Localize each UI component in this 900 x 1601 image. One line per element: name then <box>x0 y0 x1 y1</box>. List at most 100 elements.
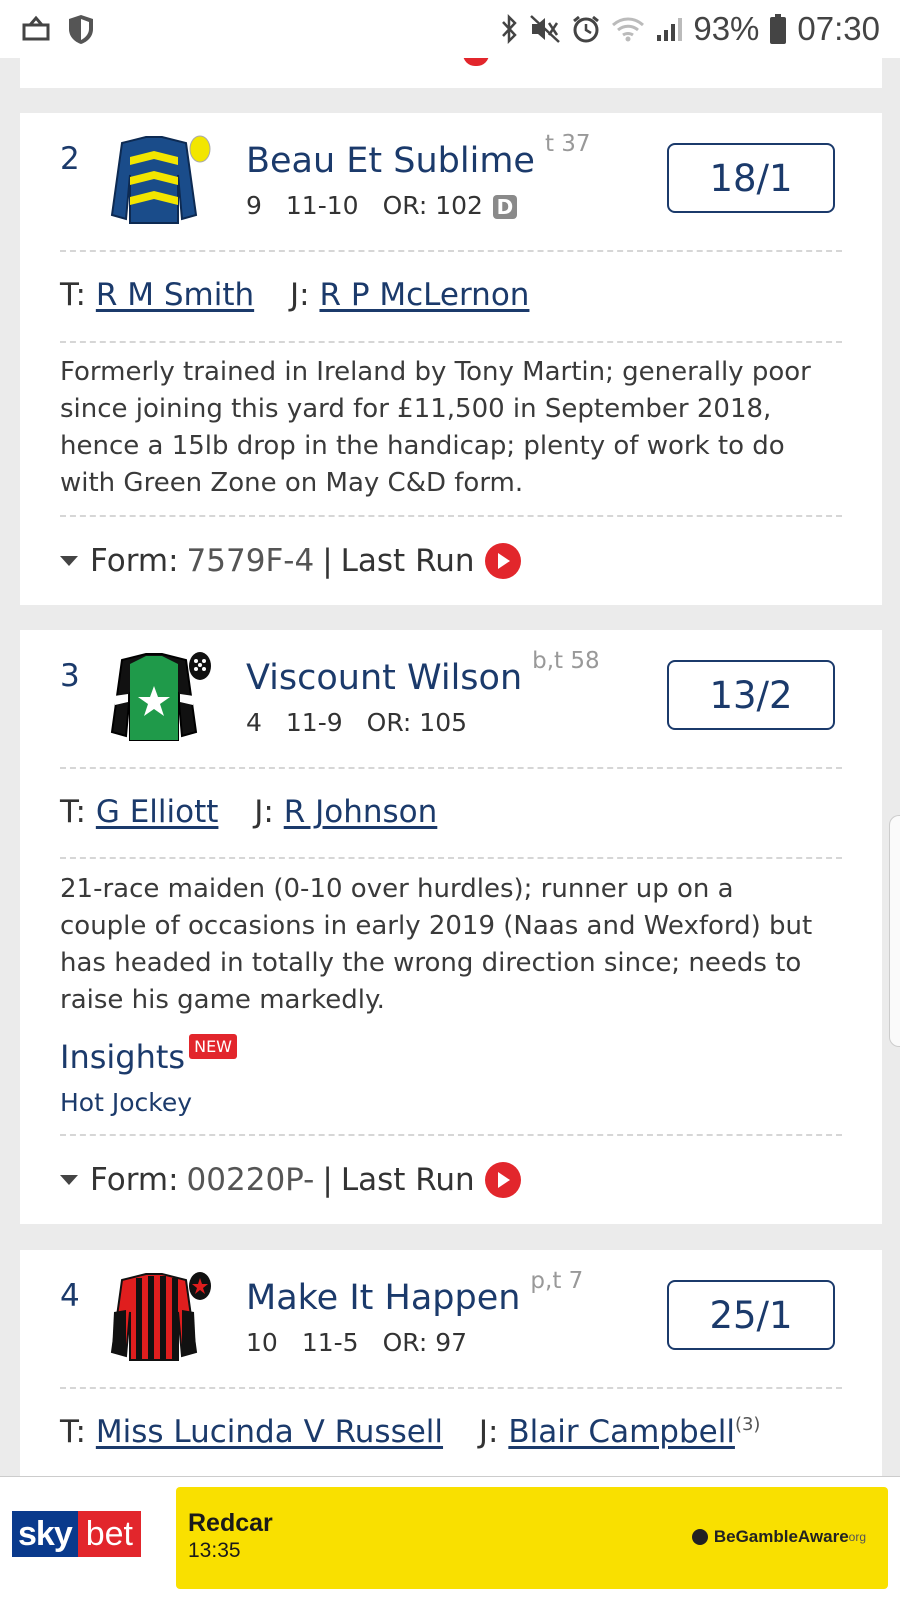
horse-meta: 10 11-5 OR: 97 <box>246 1328 491 1357</box>
horse-weight: 11-10 <box>285 191 359 220</box>
runner-comment: 21-race maiden (0-10 over hurdles); runn… <box>60 874 813 1015</box>
runner-number: 4 <box>60 1278 80 1314</box>
begambleaware-org: org <box>848 1530 866 1544</box>
divider <box>60 515 842 517</box>
insights-title: Insights <box>60 1038 186 1076</box>
last-run-label[interactable]: Last Run <box>341 1162 475 1198</box>
shield-icon <box>66 13 96 45</box>
signal-icon <box>655 15 683 43</box>
horse-weight: 11-9 <box>285 708 343 737</box>
play-icon[interactable] <box>484 543 521 579</box>
runner-number: 2 <box>60 141 80 177</box>
runner-card: 4 Make It Happen p,t 7 10 11-5 OR: 97 25/1 … <box>20 1250 882 1476</box>
jockey-prefix: J: <box>290 277 310 313</box>
divider <box>60 250 842 252</box>
distance-winner-badge: D <box>492 195 517 219</box>
insights-heading: Insights NEW <box>60 1034 237 1076</box>
bottom-banner: sky bet Redcar 13:35 BeGambleAware org <box>0 1476 900 1601</box>
headgear-days: t 37 <box>544 131 591 157</box>
runner-card: 2 Beau Et Sublime t 37 9 11-10 OR: 102 D 18/… <box>20 113 882 605</box>
status-bar: 93% 07:30 <box>0 0 900 58</box>
separator: | <box>322 1162 333 1198</box>
horse-name-text[interactable]: Make It Happen <box>246 1278 520 1318</box>
trainer-jockey-row: T: R M Smith J: R P McLernon <box>60 277 529 313</box>
battery-icon <box>769 13 787 45</box>
begambleaware-text: BeGambleAware <box>713 1527 849 1546</box>
horse-weight: 11-5 <box>301 1328 359 1357</box>
jockey-claim: (3) <box>734 1414 761 1435</box>
clock: 07:30 <box>797 10 880 47</box>
runner-number: 3 <box>60 658 80 694</box>
form-figures: 00220P- <box>186 1162 315 1198</box>
horse-age: 9 <box>246 191 262 220</box>
headgear-days: b,t 58 <box>532 648 600 674</box>
scrollbar-handle[interactable] <box>889 815 900 1047</box>
odds-button[interactable]: 25/1 <box>667 1280 835 1350</box>
wifi-icon <box>611 15 645 43</box>
runner-comment: Formerly trained in Ireland by Tony Mart… <box>60 357 811 498</box>
divider <box>60 341 842 343</box>
official-rating: OR: 102 <box>382 191 483 220</box>
horse-name[interactable]: Beau Et Sublime t 37 <box>246 131 591 181</box>
insight-item[interactable]: Hot Jockey <box>60 1088 192 1117</box>
jockey-silks-icon <box>104 135 216 231</box>
jockey-link[interactable]: R P McLernon <box>319 277 529 313</box>
runner-card: 3 Viscount Wilson b,t 58 4 11-9 OR: 105 13/… <box>20 630 882 1224</box>
skybet-logo[interactable]: sky bet <box>12 1511 162 1557</box>
form-row[interactable]: Form: 7579F-4 | Last Run <box>60 543 521 579</box>
new-badge: NEW <box>189 1034 237 1059</box>
cast-icon <box>20 15 52 43</box>
form-label: Form: <box>90 1162 179 1198</box>
logo-sky: sky <box>12 1511 78 1557</box>
begambleaware-logo[interactable]: BeGambleAware org <box>691 1527 866 1547</box>
race-time: 13:35 <box>188 1539 241 1562</box>
chevron-down-icon[interactable] <box>60 556 78 566</box>
horse-name[interactable]: Viscount Wilson b,t 58 <box>246 648 600 698</box>
jockey-prefix: J: <box>254 794 274 830</box>
jockey-silks-icon <box>104 652 216 748</box>
official-rating: OR: 97 <box>382 1328 468 1357</box>
headgear-days: p,t 7 <box>530 1268 584 1294</box>
trainer-prefix: T: <box>60 1414 86 1450</box>
trainer-link[interactable]: R M Smith <box>96 277 254 313</box>
odds-button[interactable]: 13/2 <box>667 660 835 730</box>
divider <box>60 767 842 769</box>
race-banner[interactable]: Redcar 13:35 BeGambleAware org <box>176 1487 888 1589</box>
divider <box>60 857 842 859</box>
jockey-link[interactable]: Blair Campbell <box>508 1414 735 1450</box>
play-icon[interactable] <box>484 1162 521 1198</box>
alarm-icon <box>571 14 601 44</box>
divider <box>60 1134 842 1136</box>
horse-name-text[interactable]: Beau Et Sublime <box>246 141 535 181</box>
horse-name[interactable]: Make It Happen p,t 7 <box>246 1268 583 1318</box>
horse-age: 10 <box>246 1328 278 1357</box>
trainer-prefix: T: <box>60 277 86 313</box>
jockey-silks-icon <box>104 1272 216 1368</box>
bluetooth-icon <box>499 13 519 45</box>
begambleaware-icon <box>691 1529 708 1545</box>
chevron-down-icon[interactable] <box>60 1175 78 1185</box>
race-name: Redcar <box>188 1509 273 1537</box>
trainer-link[interactable]: Miss Lucinda V Russell <box>96 1414 443 1450</box>
horse-meta: 4 11-9 OR: 105 <box>246 708 491 737</box>
jockey-link[interactable]: R Johnson <box>284 794 438 830</box>
form-row[interactable]: Form: 00220P- | Last Run <box>60 1162 521 1198</box>
trainer-prefix: T: <box>60 794 86 830</box>
horse-meta: 9 11-10 OR: 102 D <box>246 191 541 220</box>
trainer-jockey-row: T: Miss Lucinda V Russell J: Blair Campb… <box>60 1414 760 1450</box>
trainer-link[interactable]: G Elliott <box>96 794 219 830</box>
odds-button[interactable]: 18/1 <box>667 143 835 213</box>
mute-icon <box>529 14 561 44</box>
horse-name-text[interactable]: Viscount Wilson <box>246 658 522 698</box>
divider <box>60 1387 842 1389</box>
separator: | <box>322 543 333 579</box>
jockey-prefix: J: <box>478 1414 499 1450</box>
battery-percent: 93% <box>693 10 760 47</box>
form-figures: 7579F-4 <box>186 543 315 579</box>
horse-age: 4 <box>246 708 262 737</box>
last-run-label[interactable]: Last Run <box>341 543 475 579</box>
logo-bet: bet <box>77 1511 141 1557</box>
official-rating: OR: 105 <box>366 708 468 737</box>
trainer-jockey-row: T: G Elliott J: R Johnson <box>60 794 437 830</box>
form-label: Form: <box>90 543 179 579</box>
